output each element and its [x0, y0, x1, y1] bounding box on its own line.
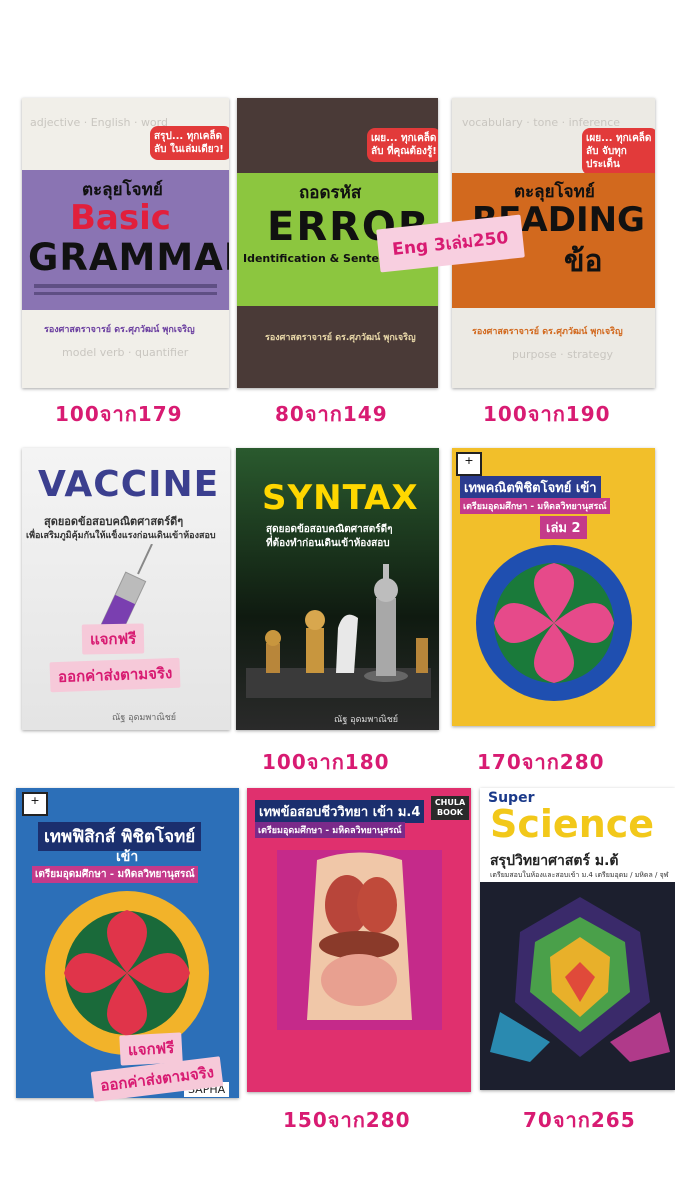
book-title: Basic — [70, 198, 171, 238]
price-label: 100จาก179 — [55, 402, 183, 426]
publisher-logo: CHULA BOOK — [431, 796, 469, 820]
book-author: รองศาสตราจารย์ ดร.ศุภวัฒน์ พุกเจริญ — [265, 333, 416, 343]
flower-pattern-illustration — [476, 545, 632, 701]
book-title: เทพคณิตพิชิตโจทย์ เข้า — [460, 476, 601, 499]
book-volume: เล่ม 2 — [540, 516, 587, 539]
book-title: เข้า — [116, 849, 139, 865]
anatomy-model-illustration — [277, 850, 442, 1030]
book-title: เตรียมอุดมศึกษา - มหิดลวิทยานุสรณ์ — [255, 822, 405, 838]
book-cover-math-vol2: + เทพคณิตพิชิตโจทย์ เข้า เตรียมอุดมศึกษา… — [452, 448, 655, 726]
book-title: Science — [490, 802, 655, 846]
price-label: 100จาก180 — [262, 750, 390, 774]
book-cover-biology: เทพข้อสอบชีววิทยา เข้า ม.4 เตรียมอุดมศึก… — [247, 788, 471, 1092]
book-author: ณัฐ อุดมพาณิชย์ — [112, 713, 177, 723]
book-cover-basic-grammar: adjective · English · word สรุป... ทุกเค… — [22, 98, 229, 388]
doodle-decoration: adjective · English · word — [30, 116, 168, 129]
doodle-decoration: model verb · quantifier — [62, 346, 189, 359]
divider — [34, 292, 217, 295]
flower-pattern-illustration — [45, 891, 209, 1055]
price-label: 150จาก280 — [283, 1108, 411, 1132]
book-title: เตรียมอุดมศึกษา - มหิดลวิทยานุสรณ์ — [32, 866, 198, 883]
free-sticker: แจกฟรี — [119, 1032, 183, 1066]
divider — [34, 284, 217, 288]
book-title: GRAMMAR — [28, 236, 229, 279]
publisher-logo-icon: + — [22, 792, 48, 816]
book-title: SYNTAX — [262, 478, 419, 518]
chess-pieces-illustration — [246, 564, 431, 698]
book-subtitle: สรุปวิทยาศาสตร์ ม.ต้ — [490, 853, 619, 869]
book-series: ถอดรหัส — [299, 183, 362, 203]
book-subtitle: ที่ต้องทำก่อนเดินเข้าห้องสอบ — [266, 538, 390, 549]
lion-polygon-illustration — [490, 897, 670, 1062]
book-title: VACCINE — [38, 464, 220, 505]
book-cover-super-science: Super Science สรุปวิทยาศาสตร์ ม.ต้ เตรีย… — [480, 788, 675, 1090]
shipping-sticker: ออกค่าส่งตามจริง — [49, 657, 181, 693]
book-tagline: เตรียมสอบในห้องและสอบเข้า ม.4 เตรียมอุดม… — [490, 871, 669, 879]
book-badge: สรุป... ทุกเคล็ดลับ ในเล่มเดียว! — [150, 126, 229, 160]
publisher-logo-icon: + — [456, 452, 482, 476]
book-author: รองศาสตราจารย์ ดร.ศุภวัฒน์ พุกเจริญ — [472, 327, 623, 337]
book-author: รองศาสตราจารย์ ดร.ศุภวัฒน์ พุกเจริญ — [44, 325, 195, 335]
book-subtitle: สุดยอดข้อสอบคณิตศาสตร์ดีๆ — [266, 524, 393, 535]
book-badge: เผย... ทุกเคล็ดลับ ที่คุณต้องรู้! — [367, 128, 438, 162]
price-label: 100จาก190 — [483, 402, 611, 426]
price-label: 170จาก280 — [477, 750, 605, 774]
book-author: ณัฐ อุดมพาณิชย์ — [334, 715, 399, 725]
free-sticker: แจกฟรี — [81, 623, 145, 655]
book-title: ข้อ — [564, 244, 603, 279]
book-badge: เผย... ทุกเคล็ดลับ จับทุกประเด็น — [582, 128, 655, 175]
book-title: เทพข้อสอบชีววิทยา เข้า ม.4 — [255, 800, 425, 823]
book-cover-syntax: SYNTAX สุดยอดข้อสอบคณิตศาสตร์ดีๆ ที่ต้อง… — [236, 448, 439, 730]
book-title: เตรียมอุดมศึกษา - มหิดลวิทยานุสรณ์ — [460, 498, 610, 514]
book-subtitle: เพื่อเสริมภูมิคุ้มกันให้แข็งแรงก่อนเดินเ… — [26, 531, 216, 541]
price-label: 70จาก265 — [523, 1108, 636, 1132]
doodle-decoration: purpose · strategy — [512, 348, 614, 361]
price-label: 80จาก149 — [275, 402, 388, 426]
